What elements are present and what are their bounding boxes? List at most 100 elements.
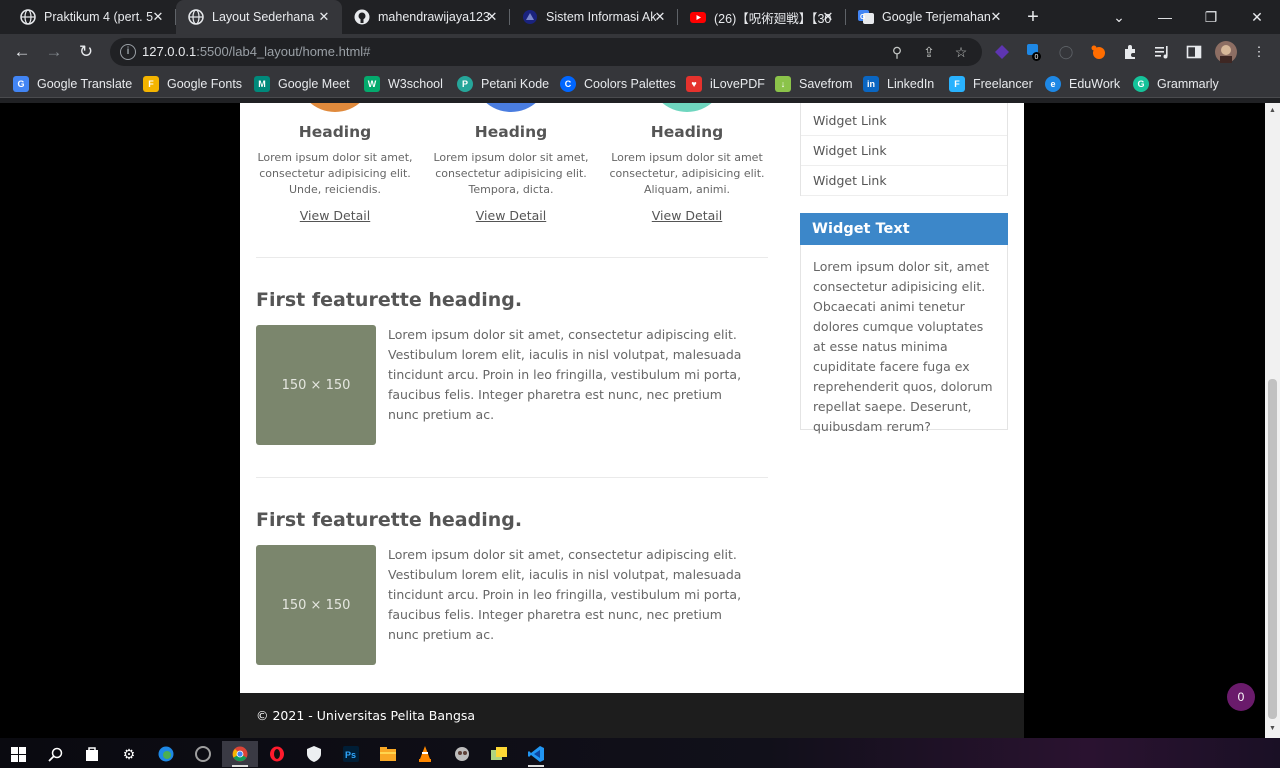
tab-5[interactable]: (26)【呪術廻戦】【30 ✕	[678, 0, 846, 34]
app-folder-icon[interactable]	[481, 741, 517, 767]
bookmark-freelancer[interactable]: F Freelancer	[949, 75, 1033, 93]
bookmark-savefrom[interactable]: ↓ Savefrom	[775, 75, 853, 93]
restore-button[interactable]: ❐	[1188, 0, 1234, 34]
menu-kebab-icon[interactable]: ⋮	[1250, 43, 1268, 61]
featurette-image-placeholder: 150 × 150	[256, 545, 376, 665]
close-tab-icon[interactable]: ✕	[484, 9, 500, 25]
widget-link[interactable]: Widget Link	[801, 166, 1007, 196]
feature-column-2: Heading Lorem ipsum dolor sit amet, cons…	[432, 103, 590, 225]
widget-link[interactable]: Widget Link	[801, 106, 1007, 136]
feature-column-1: Heading Lorem ipsum dolor sit amet, cons…	[256, 103, 414, 225]
bookmarks-bar: G Google Translate F Google Fonts M Google …	[0, 70, 1280, 98]
close-tab-icon[interactable]: ✕	[820, 9, 836, 25]
column-heading: Heading	[650, 123, 724, 141]
share-icon[interactable]: ⇪	[920, 43, 938, 61]
bookmark-google-translate[interactable]: G Google Translate	[13, 75, 132, 93]
featurette-heading: First featurette heading.	[256, 289, 523, 311]
tab-6[interactable]: G Google Terjemahan ✕	[846, 0, 1014, 34]
vlc-icon[interactable]	[407, 741, 443, 767]
tab-strip: Praktikum 4 (pert. 5 ✕ Layout Sederhana …	[0, 0, 1280, 34]
notification-badge[interactable]: 0	[1227, 683, 1255, 711]
widget-link[interactable]: Widget Link	[801, 136, 1007, 166]
opera-icon[interactable]	[259, 741, 295, 767]
edge-icon[interactable]	[148, 741, 184, 767]
vscode-icon[interactable]	[518, 741, 554, 767]
file-explorer-icon[interactable]	[370, 741, 406, 767]
feature-circle-image	[473, 103, 549, 112]
zoom-icon[interactable]: ⚲	[888, 43, 906, 61]
tab-3[interactable]: mahendrawijaya123 ✕	[342, 0, 510, 34]
store-icon[interactable]	[74, 741, 110, 767]
tab-1[interactable]: Praktikum 4 (pert. 5 ✕	[8, 0, 176, 34]
google-translate-icon: G	[13, 76, 29, 92]
bookmark-linkedin[interactable]: in LinkedIn	[863, 75, 934, 93]
view-detail-link[interactable]: View Detail	[652, 208, 722, 223]
tab-title: Google Terjemahan	[882, 10, 991, 24]
close-tab-icon[interactable]: ✕	[316, 9, 332, 25]
column-heading: Heading	[474, 123, 548, 141]
view-detail-link[interactable]: View Detail	[476, 208, 546, 223]
forward-arrow-icon[interactable]: →	[42, 40, 66, 64]
bookmark-w3school[interactable]: W W3school	[364, 75, 443, 93]
close-tab-icon[interactable]: ✕	[150, 9, 166, 25]
page-scrollbar[interactable]: ▲ ▼	[1265, 103, 1280, 738]
minimize-button[interactable]: —	[1142, 0, 1188, 34]
bookmark-eduwork[interactable]: e EduWork	[1045, 75, 1120, 93]
close-tab-icon[interactable]: ✕	[652, 9, 668, 25]
bookmark-coolors[interactable]: C Coolors Palettes	[560, 75, 676, 93]
column-text: Lorem ipsum dolor sit amet, consectetur …	[433, 151, 589, 196]
extensions-puzzle-icon[interactable]	[1121, 43, 1139, 61]
w3school-icon: W	[364, 76, 380, 92]
profile-avatar[interactable]	[1215, 41, 1237, 63]
app-icon	[522, 9, 538, 25]
game-icon[interactable]	[444, 741, 480, 767]
extension-grey-icon[interactable]: ◯	[1057, 43, 1075, 61]
column-text: Lorem ipsum dolor sit amet, consectetur …	[257, 151, 413, 196]
bookmark-star-icon[interactable]: ☆	[952, 43, 970, 61]
site-info-icon[interactable]: i	[120, 44, 136, 60]
view-detail-link[interactable]: View Detail	[300, 208, 370, 223]
bookmark-petani-kode[interactable]: P Petani Kode	[457, 75, 549, 93]
settings-gear-icon[interactable]: ⚙	[111, 741, 147, 767]
scroll-thumb[interactable]	[1268, 379, 1277, 719]
github-icon	[354, 9, 370, 25]
extension-purple-icon[interactable]	[993, 43, 1011, 61]
tab-search-icon[interactable]: ⌄	[1096, 0, 1142, 34]
tab-4[interactable]: Sistem Informasi Ak ✕	[510, 0, 678, 34]
close-tab-icon[interactable]: ✕	[988, 9, 1004, 25]
side-panel-icon[interactable]	[1185, 43, 1203, 61]
globe-icon	[188, 9, 204, 25]
windows-start-icon[interactable]	[0, 741, 36, 767]
active-indicator	[232, 765, 248, 767]
active-indicator	[528, 765, 544, 767]
back-arrow-icon[interactable]: ←	[10, 40, 34, 64]
tab-2[interactable]: Layout Sederhana ✕	[176, 0, 342, 34]
browser-toolbar: ← → ↻ i 127.0.0.1:5500/lab4_layout/home.…	[0, 34, 1280, 70]
search-icon[interactable]	[37, 741, 73, 767]
widget-text-title: Widget Text	[800, 213, 1008, 245]
chrome-icon[interactable]	[222, 741, 258, 767]
coolors-icon: C	[560, 76, 576, 92]
address-bar[interactable]: i 127.0.0.1:5500/lab4_layout/home.html# …	[110, 38, 982, 66]
reload-icon[interactable]: ↻	[74, 40, 98, 64]
media-controls-icon[interactable]	[1153, 43, 1171, 61]
scroll-down-arrow[interactable]: ▼	[1268, 725, 1277, 732]
close-window-button[interactable]: ✕	[1234, 0, 1280, 34]
security-shield-icon[interactable]	[296, 741, 332, 767]
page-viewport: Heading Lorem ipsum dolor sit amet, cons…	[0, 103, 1265, 738]
url-text[interactable]: 127.0.0.1:5500/lab4_layout/home.html#	[142, 44, 370, 59]
bookmark-ilovepdf[interactable]: ♥ iLovePDF	[686, 75, 765, 93]
bookmark-google-meet[interactable]: M Google Meet	[254, 75, 350, 93]
photoshop-icon[interactable]: Ps	[333, 741, 369, 767]
google-meet-icon: M	[254, 76, 270, 92]
globe-icon	[20, 9, 36, 25]
linkedin-icon: in	[863, 76, 879, 92]
extension-blue-icon[interactable]: 0	[1025, 43, 1043, 61]
scroll-up-arrow[interactable]: ▲	[1268, 107, 1277, 114]
bookmark-grammarly[interactable]: G Grammarly	[1133, 75, 1219, 93]
divider	[256, 257, 768, 258]
app-grey-icon[interactable]	[185, 741, 221, 767]
extension-orange-icon[interactable]	[1089, 43, 1107, 61]
new-tab-button[interactable]: +	[1022, 7, 1044, 29]
bookmark-google-fonts[interactable]: F Google Fonts	[143, 75, 242, 93]
